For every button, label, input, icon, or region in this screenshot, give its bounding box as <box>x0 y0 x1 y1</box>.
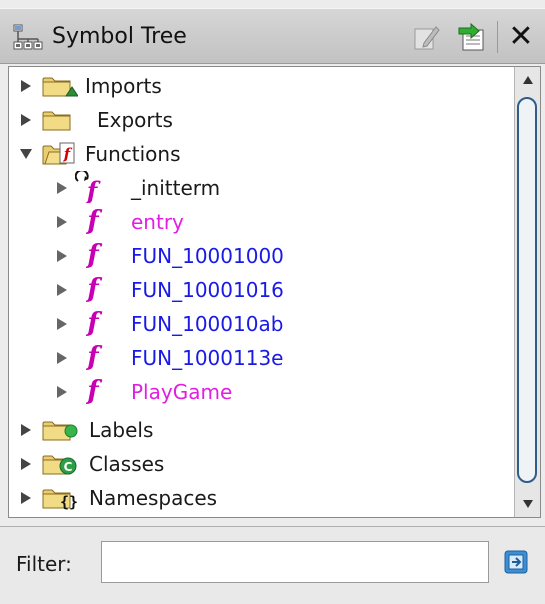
function-node[interactable]: f FUN_10001016 <box>9 273 509 307</box>
expand-toggle[interactable] <box>19 422 33 438</box>
labels-folder-icon <box>42 421 78 441</box>
expand-toggle[interactable] <box>55 180 69 196</box>
function-node-entry[interactable]: f entry <box>9 205 509 239</box>
panel-title: Symbol Tree <box>52 24 187 49</box>
svg-text:f: f <box>85 176 101 203</box>
expand-toggle[interactable] <box>19 490 33 506</box>
tree-node-label: FUN_1000113e <box>131 346 284 370</box>
function-icon: f <box>87 308 99 338</box>
vertical-scrollbar[interactable] <box>514 67 540 517</box>
expand-toggle[interactable] <box>19 78 33 94</box>
collapsed-arrow-icon <box>21 114 31 126</box>
collapsed-arrow-icon <box>57 182 67 194</box>
svg-text:C: C <box>64 460 73 474</box>
tree-node-imports[interactable]: Imports <box>9 69 509 103</box>
expand-toggle[interactable] <box>19 112 33 128</box>
tree-node-label: Functions <box>85 142 181 166</box>
collapsed-arrow-icon <box>57 352 67 364</box>
function-icon: f <box>87 376 99 406</box>
function-node-playgame[interactable]: f PlayGame <box>9 375 509 409</box>
expand-toggle[interactable] <box>19 146 33 162</box>
tree-node-exports[interactable]: Exports <box>9 103 509 137</box>
tree-node-label: FUN_10001000 <box>131 244 284 268</box>
scroll-up-button[interactable] <box>515 67 540 93</box>
collapsed-arrow-icon <box>57 318 67 330</box>
scroll-up-arrow-icon <box>522 76 533 84</box>
function-icon: f <box>87 274 99 304</box>
collapsed-arrow-icon <box>57 386 67 398</box>
function-icon: f <box>87 240 99 270</box>
expand-toggle[interactable] <box>55 282 69 298</box>
tree-node-label: Labels <box>89 418 154 442</box>
tree-node-functions[interactable]: f Functions <box>9 137 509 171</box>
svg-text:{}: {} <box>60 493 78 511</box>
close-button[interactable]: ✕ <box>505 21 537 53</box>
function-icon: f <box>87 342 99 372</box>
filter-options-icon <box>504 550 528 574</box>
tree-node-label: PlayGame <box>131 380 233 404</box>
symbol-tree[interactable]: Imports Exports f Functions f _initterm … <box>8 66 541 518</box>
function-icon: f <box>87 206 99 236</box>
function-node[interactable]: f FUN_100010ab <box>9 307 509 341</box>
symbol-tree-panel: Symbol Tree ✕ Imports Exports f Function… <box>0 0 545 604</box>
tree-node-label: Classes <box>89 452 165 476</box>
collapsed-arrow-icon <box>21 80 31 92</box>
tree-node-label: Namespaces <box>89 486 218 510</box>
expand-toggle[interactable] <box>55 316 69 332</box>
scroll-down-arrow-icon <box>522 500 533 508</box>
functions-folder-icon: f <box>42 142 75 165</box>
function-thunk-icon: f <box>75 171 101 203</box>
edit-button[interactable] <box>410 21 442 53</box>
expand-toggle[interactable] <box>55 214 69 230</box>
filter-bar: Filter: <box>0 526 545 604</box>
function-node[interactable]: f FUN_1000113e <box>9 341 509 375</box>
edit-icon <box>414 26 440 50</box>
function-node-initterm[interactable]: f _initterm <box>9 171 509 205</box>
expand-toggle[interactable] <box>55 384 69 400</box>
tree-node-classes[interactable]: C Classes <box>9 447 509 481</box>
function-node[interactable]: f FUN_10001000 <box>9 239 509 273</box>
tree-node-label: entry <box>131 210 184 234</box>
collapsed-arrow-icon <box>57 284 67 296</box>
collapsed-arrow-icon <box>21 424 31 436</box>
scroll-down-button[interactable] <box>515 491 540 517</box>
filter-options-button[interactable] <box>500 545 534 579</box>
tree-node-label: Exports <box>97 108 173 132</box>
tree-node-namespaces[interactable]: {} Namespaces <box>9 481 509 515</box>
exports-folder-icon <box>42 111 71 131</box>
tree-node-labels[interactable]: Labels <box>9 413 509 447</box>
close-icon: ✕ <box>508 19 534 54</box>
toolbar-separator <box>497 21 498 53</box>
tree-node-label: Imports <box>85 74 162 98</box>
tree-node-label: FUN_100010ab <box>131 312 284 336</box>
expand-toggle[interactable] <box>19 456 33 472</box>
namespaces-folder-icon: {} <box>42 489 78 511</box>
navigate-button[interactable] <box>456 21 488 53</box>
symbol-tree-icon <box>13 24 43 50</box>
navigate-icon <box>458 22 484 51</box>
panel-title-bar: Symbol Tree ✕ <box>0 8 545 64</box>
scrollbar-thumb[interactable] <box>517 97 537 483</box>
expanded-arrow-icon <box>20 149 32 159</box>
tree-node-label: _initterm <box>131 176 221 200</box>
filter-label: Filter: <box>16 552 72 576</box>
collapsed-arrow-icon <box>57 250 67 262</box>
classes-folder-icon: C <box>42 455 77 475</box>
collapsed-arrow-icon <box>21 492 31 504</box>
expand-toggle[interactable] <box>55 248 69 264</box>
imports-folder-icon <box>42 77 78 97</box>
collapsed-arrow-icon <box>57 216 67 228</box>
expand-toggle[interactable] <box>55 350 69 366</box>
tree-node-label: FUN_10001016 <box>131 278 284 302</box>
filter-input[interactable] <box>101 541 489 583</box>
collapsed-arrow-icon <box>21 458 31 470</box>
